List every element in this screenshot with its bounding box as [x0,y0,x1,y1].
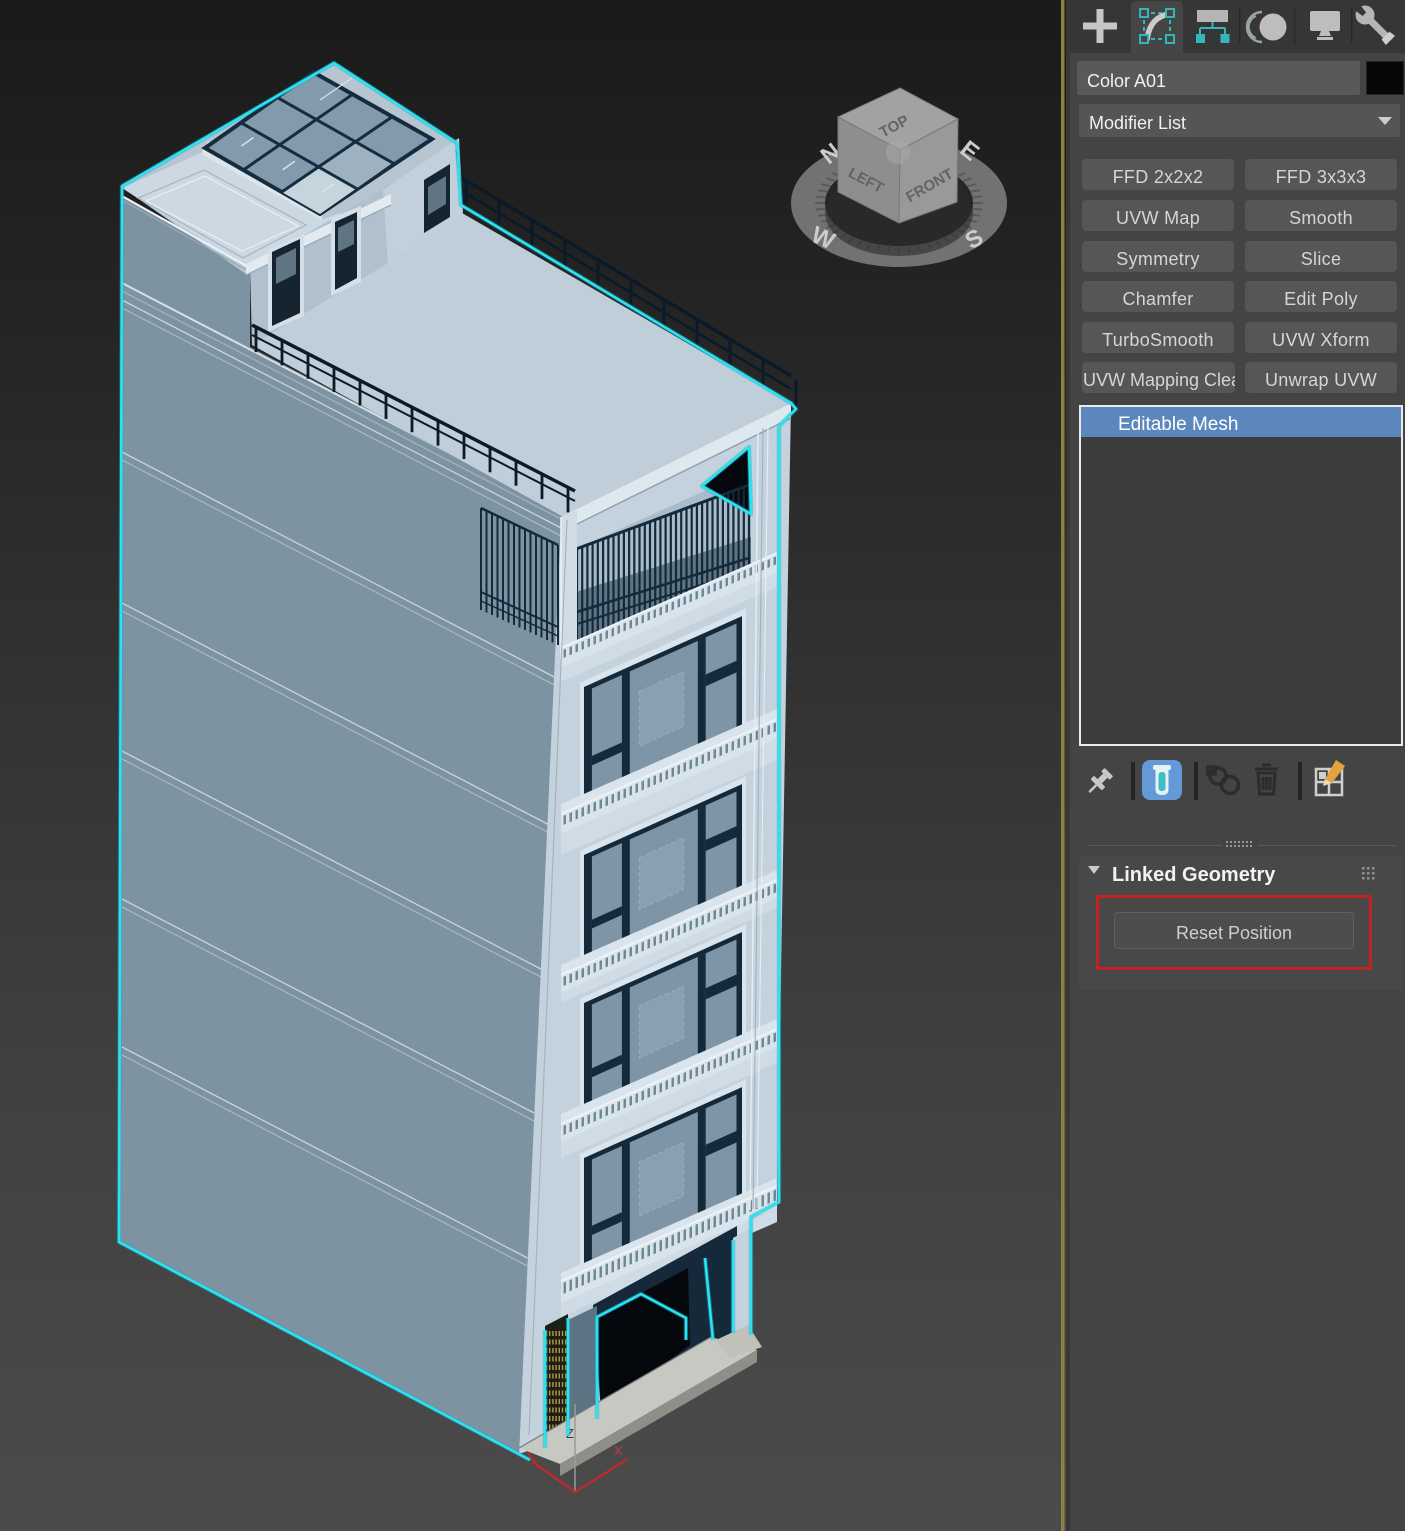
svg-text:X: X [614,1443,623,1458]
